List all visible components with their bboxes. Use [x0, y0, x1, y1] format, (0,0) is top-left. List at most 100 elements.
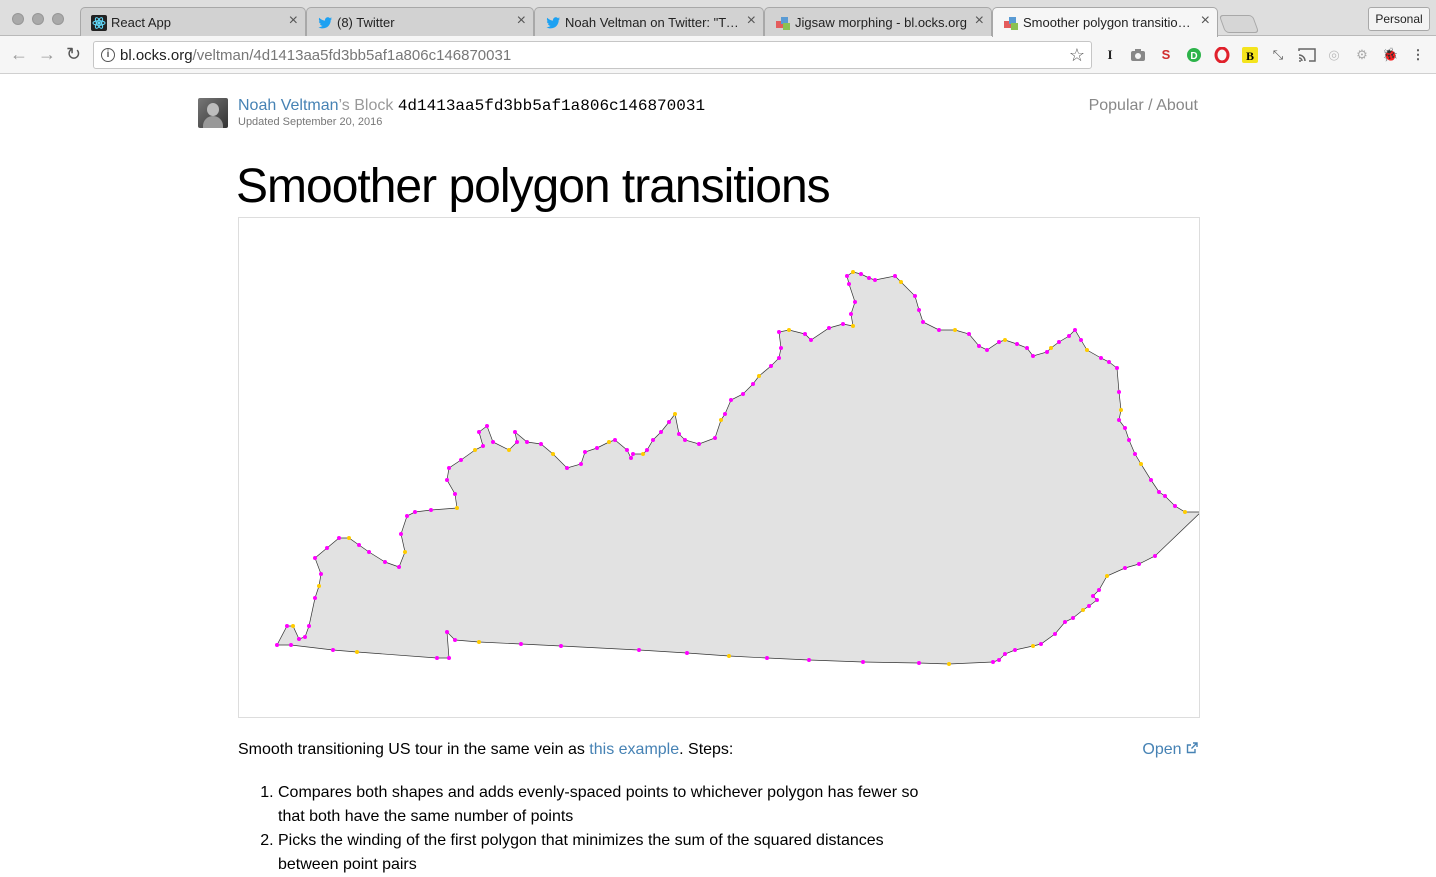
- added-point: [317, 584, 321, 588]
- author-link[interactable]: Noah Veltman: [238, 97, 339, 114]
- original-point: [1091, 594, 1095, 598]
- popular-link[interactable]: Popular: [1089, 97, 1144, 114]
- original-point: [723, 412, 727, 416]
- original-point: [631, 452, 635, 456]
- tab-jigsaw-morphing[interactable]: Jigsaw morphing - bl.ocks.org ×: [764, 7, 992, 37]
- close-window-button[interactable]: [12, 13, 24, 25]
- close-tab-icon[interactable]: ×: [747, 12, 756, 30]
- new-tab-button[interactable]: [1218, 15, 1260, 33]
- original-point: [917, 308, 921, 312]
- original-point: [667, 420, 671, 424]
- original-point: [873, 278, 877, 282]
- react-icon: [91, 15, 107, 31]
- circle-extension-icon[interactable]: ◎: [1326, 47, 1342, 63]
- tab-smoother-polygon[interactable]: Smoother polygon transitions - ×: [992, 7, 1218, 37]
- added-point: [899, 280, 903, 284]
- original-point: [447, 466, 451, 470]
- back-arrow-icon[interactable]: ←: [10, 45, 28, 63]
- original-point: [325, 546, 329, 550]
- menu-icon[interactable]: ⋮: [1410, 47, 1426, 63]
- original-point: [1095, 598, 1099, 602]
- bookmark-star-icon[interactable]: ☆: [1069, 45, 1085, 66]
- bold-extension-icon[interactable]: B: [1242, 47, 1258, 63]
- original-point: [1127, 438, 1131, 442]
- original-point: [777, 330, 781, 334]
- original-point: [477, 430, 481, 434]
- open-link[interactable]: Open: [1142, 741, 1198, 759]
- original-point: [519, 642, 523, 646]
- original-point: [1123, 566, 1127, 570]
- added-point: [347, 536, 351, 540]
- blocks-icon: [1004, 17, 1018, 30]
- original-point: [913, 294, 917, 298]
- original-point: [1067, 334, 1071, 338]
- example-link[interactable]: this example: [589, 741, 679, 758]
- added-point: [507, 448, 511, 452]
- minimize-window-button[interactable]: [32, 13, 44, 25]
- original-point: [997, 340, 1001, 344]
- added-point: [1003, 338, 1007, 342]
- gear-icon[interactable]: ⚙: [1354, 47, 1370, 63]
- added-point: [757, 374, 761, 378]
- kentucky-polygon-svg: [275, 270, 1199, 666]
- camera-icon[interactable]: [1130, 47, 1146, 63]
- original-point: [1071, 616, 1075, 620]
- close-tab-icon[interactable]: ×: [975, 12, 984, 30]
- original-point: [313, 596, 317, 600]
- original-point: [1013, 648, 1017, 652]
- original-point: [1031, 354, 1035, 358]
- forward-arrow-icon[interactable]: →: [38, 45, 56, 63]
- tab-title: Smoother polygon transitions -: [1023, 15, 1200, 30]
- info-icon[interactable]: i: [101, 48, 115, 62]
- tab-react-app[interactable]: React App ×: [80, 7, 306, 37]
- added-point: [727, 654, 731, 658]
- original-point: [893, 274, 897, 278]
- original-point: [405, 514, 409, 518]
- tab-twitter[interactable]: (8) Twitter ×: [306, 7, 534, 37]
- original-point: [485, 424, 489, 428]
- original-point: [1045, 350, 1049, 354]
- added-point: [719, 418, 723, 422]
- maximize-window-button[interactable]: [52, 13, 64, 25]
- close-tab-icon[interactable]: ×: [517, 12, 526, 30]
- original-point: [515, 440, 519, 444]
- original-point: [337, 536, 341, 540]
- original-point: [1163, 494, 1167, 498]
- cast-icon[interactable]: [1298, 47, 1316, 63]
- original-point: [683, 438, 687, 442]
- address-bar[interactable]: i bl.ocks.org/veltman/4d1413aa5fd3bb5af1…: [93, 41, 1092, 69]
- original-point: [985, 348, 989, 352]
- original-point: [1173, 504, 1177, 508]
- profile-button[interactable]: Personal: [1368, 7, 1430, 31]
- close-tab-icon[interactable]: ×: [1201, 12, 1210, 30]
- green-extension-icon[interactable]: D: [1186, 47, 1202, 63]
- avatar[interactable]: [198, 98, 228, 128]
- bug-icon[interactable]: 🐞: [1382, 47, 1398, 63]
- s-extension-icon[interactable]: S: [1158, 47, 1174, 63]
- added-point: [1119, 408, 1123, 412]
- added-point: [607, 440, 611, 444]
- pin-icon[interactable]: ⤡: [1270, 47, 1286, 63]
- twitter-icon: [546, 17, 560, 29]
- original-point: [1079, 338, 1083, 342]
- tab-twitter-status[interactable]: Noah Veltman on Twitter: "Turn ×: [534, 7, 764, 37]
- reload-icon[interactable]: ↻: [66, 45, 81, 63]
- instapaper-icon[interactable]: I: [1102, 47, 1118, 63]
- description: Smooth transitioning US tour in the same…: [238, 741, 733, 759]
- original-point: [651, 438, 655, 442]
- opera-icon[interactable]: [1214, 46, 1230, 64]
- added-point: [787, 328, 791, 332]
- added-point: [477, 640, 481, 644]
- added-point: [947, 662, 951, 666]
- about-link[interactable]: About: [1156, 97, 1198, 114]
- block-suffix: ’s Block: [338, 97, 394, 114]
- original-point: [849, 312, 853, 316]
- page-title: Smoother polygon transitions: [236, 160, 831, 213]
- tab-bar: React App × (8) Twitter × Noah Veltman o…: [0, 0, 1436, 37]
- original-point: [1157, 490, 1161, 494]
- added-point: [851, 270, 855, 274]
- original-point: [1015, 342, 1019, 346]
- close-tab-icon[interactable]: ×: [289, 12, 298, 30]
- original-point: [777, 356, 781, 360]
- added-point: [641, 452, 645, 456]
